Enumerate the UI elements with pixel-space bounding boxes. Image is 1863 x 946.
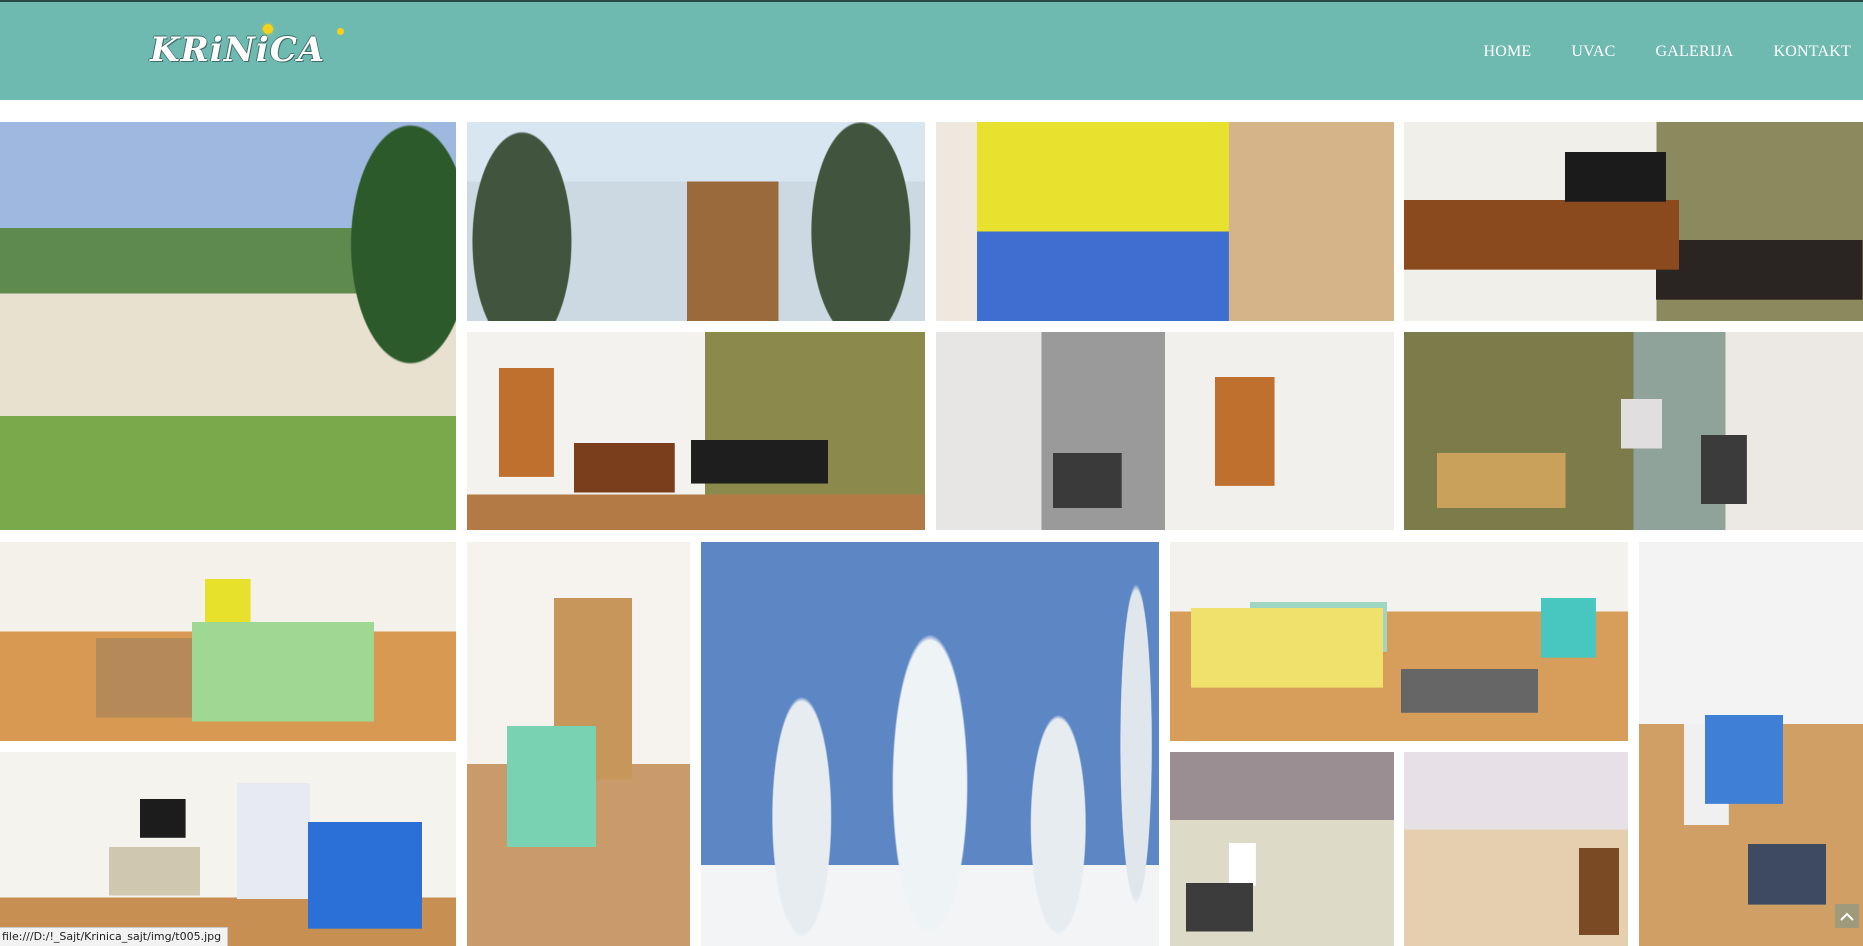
nav-link-kontakt[interactable]: KONTAKT	[1774, 43, 1851, 61]
nav-link-galerija[interactable]: GALERIJA	[1656, 43, 1734, 61]
house-summer-photo[interactable]	[0, 122, 456, 530]
main-nav: HOME UVAC GALERIJA KONTAKT	[1484, 42, 1863, 62]
toys-attic-photo[interactable]	[936, 122, 1394, 321]
logo-sun-icon	[263, 24, 273, 34]
bedroom-green-photo[interactable]	[0, 542, 456, 741]
scroll-to-top-button[interactable]	[1835, 904, 1859, 928]
dining-room-photo[interactable]	[1404, 332, 1863, 530]
page: KRiNiCA HOME UVAC GALERIJA KONTAKT file:…	[0, 0, 1863, 946]
kitchen-cabinets-photo[interactable]	[1170, 752, 1394, 946]
living-room-tv-photo[interactable]	[1404, 122, 1863, 321]
browser-status-bar: file:///D:/!_Sajt/Krinica_sajt/img/t005.…	[0, 927, 229, 946]
site-logo[interactable]: KRiNiCA	[150, 24, 344, 70]
room-tv-wardrobe-photo[interactable]	[0, 752, 456, 946]
balcony-room-photo[interactable]	[467, 542, 690, 946]
nav-link-uvac[interactable]: UVAC	[1571, 43, 1615, 61]
house-winter-photo[interactable]	[467, 122, 925, 321]
bedroom-blue-photo[interactable]	[1639, 542, 1863, 946]
nav-link-home[interactable]: HOME	[1484, 43, 1532, 61]
logo-text: KRiNiCA	[150, 30, 326, 70]
kitchen-corner-photo[interactable]	[1404, 752, 1628, 946]
snowy-trees-photo[interactable]	[701, 542, 1159, 946]
living-room-wide-photo[interactable]	[467, 332, 925, 530]
chevron-up-icon	[1840, 912, 1854, 921]
bedroom-yellow-photo[interactable]	[1170, 542, 1628, 741]
logo-sun-small-icon	[337, 28, 344, 35]
kitchen-fireplace-photo[interactable]	[936, 332, 1394, 530]
site-header: KRiNiCA HOME UVAC GALERIJA KONTAKT	[0, 2, 1863, 100]
